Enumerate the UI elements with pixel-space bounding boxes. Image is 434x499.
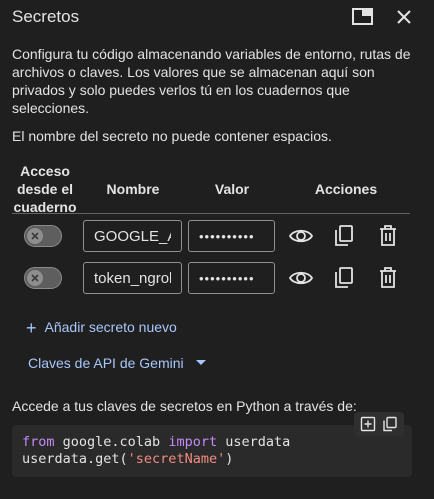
delete-secret-icon[interactable] — [375, 223, 401, 249]
copy-value-icon[interactable] — [331, 223, 357, 249]
code-import-name: userdata — [217, 434, 291, 450]
code-snippet: from google.colab import userdata userda… — [12, 425, 412, 477]
add-secret-button[interactable]: + Añadir secreto nuevo — [26, 318, 177, 339]
secret-value-input[interactable] — [188, 220, 275, 252]
secret-name-input[interactable] — [83, 220, 182, 252]
secret-name-note: El nombre del secreto no puede contener … — [12, 128, 332, 144]
delete-secret-icon[interactable] — [375, 265, 401, 291]
gemini-keys-dropdown[interactable]: Claves de API de Gemini — [28, 355, 206, 371]
insert-code-icon[interactable] — [360, 416, 376, 432]
toggle-knob — [27, 228, 43, 244]
x-icon — [31, 232, 39, 240]
code-call: userdata.get( — [22, 451, 128, 467]
open-in-tab-icon[interactable] — [351, 6, 375, 28]
header-access: Acceso desde el cuaderno — [10, 162, 80, 216]
header-name: Nombre — [106, 181, 160, 197]
copy-value-icon[interactable] — [331, 265, 357, 291]
code-call-end: ) — [225, 451, 234, 467]
close-icon[interactable] — [393, 6, 417, 28]
gemini-keys-label: Claves de API de Gemini — [28, 355, 184, 371]
secrets-description: Configura tu código almacenando variable… — [12, 46, 411, 116]
show-value-eye-icon[interactable] — [288, 223, 314, 249]
header-access-line1: Acceso — [20, 163, 70, 179]
header-divider — [12, 213, 410, 214]
notebook-access-toggle[interactable] — [24, 267, 62, 289]
secret-value-input[interactable] — [188, 262, 275, 294]
secret-name-input[interactable] — [83, 262, 182, 294]
copy-code-icon[interactable] — [382, 416, 398, 432]
plus-icon: + — [26, 318, 37, 338]
panel-header: Secretos — [0, 0, 434, 34]
header-access-line2: desde el — [16, 181, 74, 197]
code-string: 'secretName' — [127, 451, 226, 467]
code-keyword-import: import — [168, 434, 218, 450]
code-module: google.colab — [54, 434, 169, 450]
toggle-knob — [27, 270, 43, 286]
code-actions — [354, 412, 404, 436]
show-value-eye-icon[interactable] — [288, 265, 314, 291]
code-keyword-from: from — [22, 434, 55, 450]
code-label: Accede a tus claves de secretos en Pytho… — [12, 398, 357, 414]
add-secret-label: Añadir secreto nuevo — [44, 319, 177, 335]
header-value: Valor — [214, 181, 250, 197]
header-actions: Acciones — [314, 181, 378, 197]
chevron-down-icon — [195, 360, 206, 365]
notebook-access-toggle[interactable] — [24, 225, 62, 247]
panel-title: Secretos — [12, 7, 80, 26]
x-icon — [31, 274, 39, 282]
